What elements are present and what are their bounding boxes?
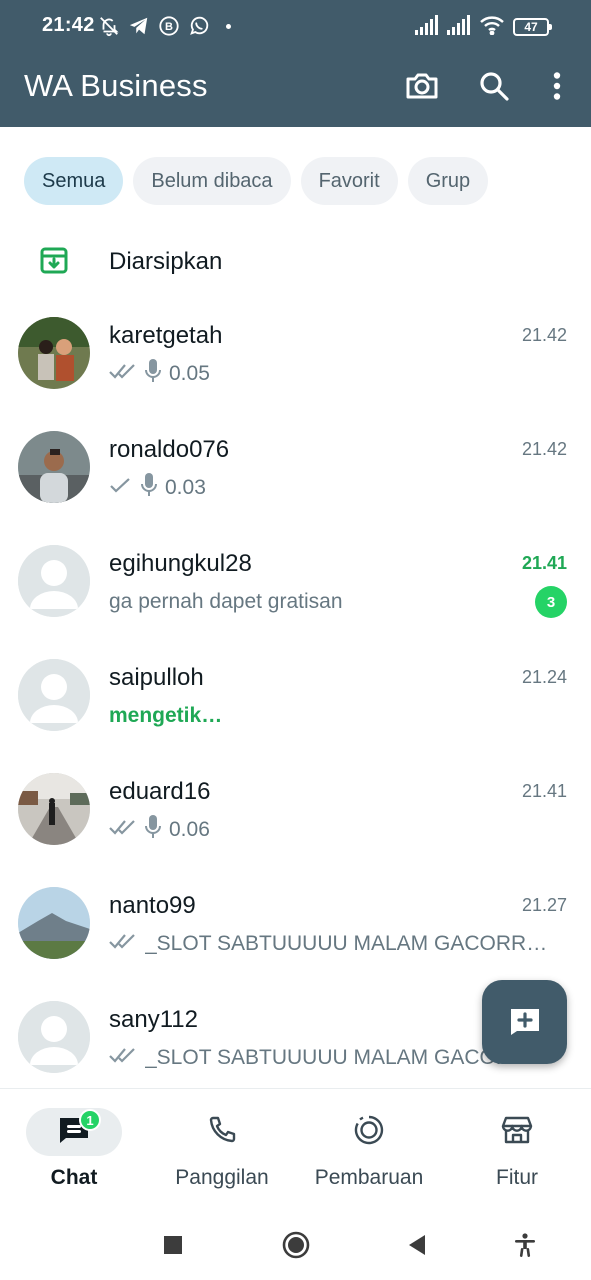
updates-icon — [353, 1114, 385, 1151]
chip-grup[interactable]: Grup — [407, 157, 489, 205]
chat-preview: 0.03 — [109, 473, 549, 503]
chat-preview: 0.06 — [109, 815, 549, 845]
new-chat-button[interactable] — [482, 980, 567, 1064]
svg-text:B: B — [165, 21, 173, 33]
typing-indicator: mengetik… — [109, 704, 223, 727]
avatar[interactable] — [18, 317, 90, 389]
new-chat-icon — [508, 1005, 542, 1040]
chat-time: 21.24 — [521, 667, 567, 687]
single-check-icon — [109, 476, 133, 500]
archived-row[interactable]: Diarsipkan — [0, 226, 591, 296]
nav-fitur[interactable]: Fitur — [443, 1089, 591, 1211]
double-check-icon — [109, 932, 137, 956]
bottom-nav: 1 Chat Panggilan Pembaruan Fitur — [0, 1088, 591, 1210]
signal-icon — [415, 14, 439, 40]
message-text: ga pernah dapet gratisan — [109, 590, 343, 613]
chat-name: egihungkul28 — [109, 550, 252, 577]
chat-time: 21.42 — [521, 439, 567, 459]
chat-preview: mengetik… — [109, 701, 549, 731]
chat-preview: ga pernah dapet gratisan — [109, 587, 549, 617]
chat-row-karetgetah[interactable]: karetgetah 21.42 0.05 — [0, 304, 591, 418]
unread-badge: 3 — [535, 586, 567, 618]
filter-chips: Semua Belum dibaca Favorit Grup — [24, 157, 489, 205]
archived-label: Diarsipkan — [109, 248, 223, 275]
phone-icon — [207, 1115, 237, 1150]
avatar[interactable] — [18, 1001, 90, 1073]
system-nav-bar — [0, 1210, 591, 1280]
wifi-icon — [479, 15, 505, 40]
avatar[interactable] — [18, 545, 90, 617]
nav-label: Chat — [50, 1166, 98, 1189]
voice-duration: 0.05 — [169, 362, 210, 385]
telegram-icon — [128, 15, 150, 37]
status-time: 21:42 — [42, 14, 95, 36]
voice-duration: 0.06 — [169, 818, 210, 841]
chat-name: nanto99 — [109, 892, 196, 919]
mic-icon — [141, 473, 157, 503]
whatsapp-icon — [188, 15, 210, 37]
nav-panggilan[interactable]: Panggilan — [148, 1089, 296, 1211]
nav-pembaruan[interactable]: Pembaruan — [295, 1089, 443, 1211]
chip-favorit[interactable]: Favorit — [300, 157, 398, 205]
avatar[interactable] — [18, 887, 90, 959]
double-check-icon — [109, 818, 137, 842]
more-vert-icon[interactable] — [537, 66, 577, 106]
avatar[interactable] — [18, 431, 90, 503]
avatar[interactable] — [18, 659, 90, 731]
nav-label: Panggilan — [175, 1166, 269, 1189]
chat-row-egihungkul28[interactable]: egihungkul28 21.41 ga pernah dapet grati… — [0, 532, 591, 646]
nav-label: Pembaruan — [314, 1166, 424, 1189]
chat-name: eduard16 — [109, 778, 211, 805]
back-icon[interactable] — [402, 1230, 432, 1260]
battery-icon: 47 — [513, 18, 552, 36]
mic-icon — [145, 815, 161, 845]
chip-semua[interactable]: Semua — [24, 157, 124, 205]
chat-time: 21.27 — [521, 895, 567, 915]
chip-belum-dibaca[interactable]: Belum dibaca — [133, 157, 291, 205]
voice-duration: 0.03 — [165, 476, 206, 499]
dot-icon — [226, 23, 231, 29]
chat-unread-badge: 1 — [79, 1109, 101, 1131]
double-check-icon — [109, 362, 137, 386]
chat-row-ronaldo076[interactable]: ronaldo076 21.42 0.03 — [0, 418, 591, 532]
app-header: 21:42 B 47 WA Business — [0, 0, 591, 127]
double-check-icon — [109, 1046, 137, 1070]
status-bar: 21:42 B 47 — [0, 0, 591, 54]
chat-list: karetgetah 21.42 0.05 ronaldo076 21.42 0… — [0, 304, 591, 1088]
chat-time: 21.41 — [521, 553, 567, 573]
chat-time: 21.41 — [521, 781, 567, 801]
search-icon[interactable] — [474, 66, 514, 106]
message-text: _SLOT SABTUUUUU MALAM GACORRRRRR — [145, 932, 549, 955]
chat-name: ronaldo076 — [109, 436, 230, 463]
camera-icon[interactable] — [402, 66, 442, 106]
store-icon — [501, 1115, 533, 1150]
chat-row-saipulloh[interactable]: saipulloh 21.24 mengetik… — [0, 646, 591, 760]
muted-ringer-icon — [98, 15, 120, 37]
mic-icon — [145, 359, 161, 389]
recents-icon[interactable] — [158, 1230, 188, 1260]
accessibility-icon[interactable] — [510, 1230, 540, 1260]
chat-name: karetgetah — [109, 322, 223, 349]
nav-label: Fitur — [496, 1166, 538, 1189]
chat-preview: 0.05 — [109, 359, 549, 389]
chat-row-nanto99[interactable]: nanto99 21.27 _SLOT SABTUUUUU MALAM GACO… — [0, 874, 591, 988]
archive-icon — [38, 244, 70, 281]
chat-name: sany112 — [109, 1006, 198, 1033]
chat-time: 21.42 — [521, 325, 567, 345]
nav-chat[interactable]: 1 Chat — [0, 1089, 148, 1211]
b-app-icon: B — [158, 15, 180, 37]
chat-name: saipulloh — [109, 664, 204, 691]
chat-row-eduard16[interactable]: eduard16 21.41 0.06 — [0, 760, 591, 874]
signal-icon — [447, 14, 471, 40]
avatar[interactable] — [18, 773, 90, 845]
chat-preview: _SLOT SABTUUUUU MALAM GACORRRRRR — [109, 929, 549, 959]
app-title: WA Business — [24, 68, 208, 103]
home-icon[interactable] — [281, 1230, 311, 1260]
